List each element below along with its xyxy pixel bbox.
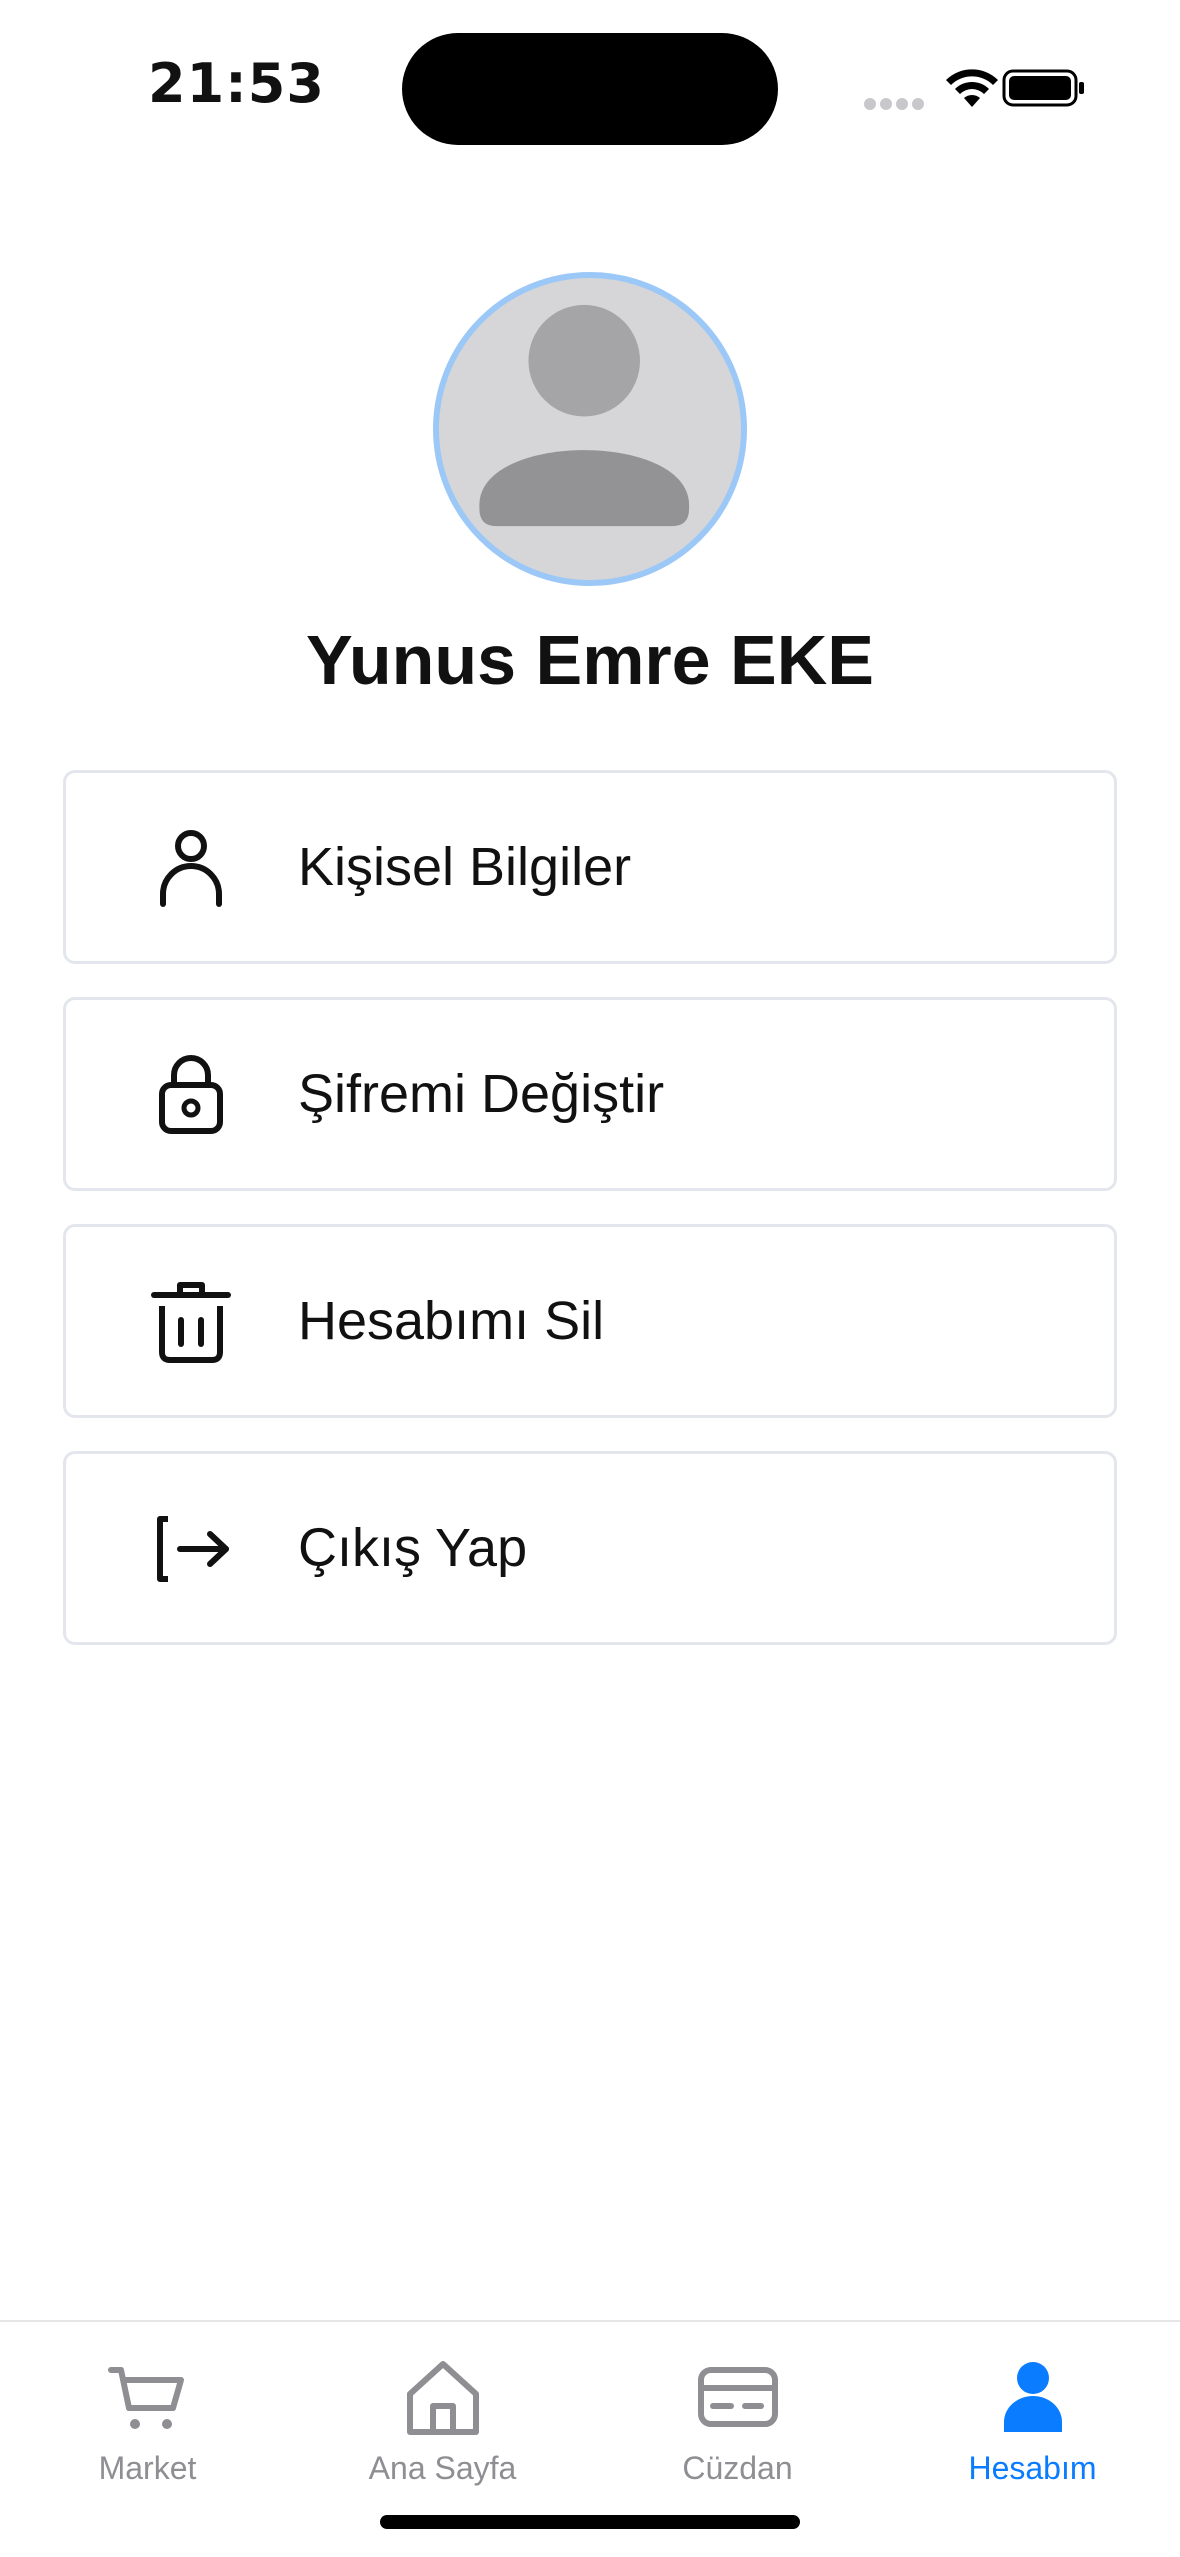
trash-icon bbox=[146, 1276, 236, 1366]
cart-icon bbox=[105, 2358, 191, 2438]
tab-account[interactable]: Hesabım bbox=[885, 2340, 1180, 2490]
wallet-card-icon bbox=[695, 2358, 781, 2438]
wifi-icon bbox=[944, 67, 1000, 109]
tab-home[interactable]: Ana Sayfa bbox=[295, 2340, 590, 2490]
tab-label: Market bbox=[98, 2450, 197, 2486]
account-screen: 21:53 Yunus Emre EKE Kişisel Bilgiler Şi… bbox=[0, 0, 1180, 2557]
tab-wallet[interactable]: Cüzdan bbox=[590, 2340, 885, 2490]
avatar[interactable] bbox=[433, 272, 747, 586]
menu-item-label: Kişisel Bilgiler bbox=[298, 837, 632, 897]
logout-icon bbox=[146, 1503, 236, 1593]
tab-label: Ana Sayfa bbox=[368, 2450, 517, 2486]
status-bar: 21:53 bbox=[0, 0, 1180, 170]
status-time: 21:53 bbox=[148, 52, 325, 115]
tab-label: Cüzdan bbox=[682, 2450, 793, 2486]
home-indicator bbox=[380, 2515, 800, 2529]
menu-item-label: Şifremi Değiştir bbox=[298, 1064, 665, 1124]
profile-name: Yunus Emre EKE bbox=[306, 621, 874, 699]
account-icon bbox=[990, 2358, 1076, 2438]
menu-item-delete-account[interactable]: Hesabımı Sil bbox=[63, 1224, 1117, 1418]
menu-item-label: Hesabımı Sil bbox=[298, 1291, 605, 1351]
tab-label: Hesabım bbox=[968, 2450, 1097, 2486]
menu-item-personal-info[interactable]: Kişisel Bilgiler bbox=[63, 770, 1117, 964]
home-icon bbox=[400, 2358, 486, 2438]
dynamic-island bbox=[402, 33, 778, 145]
lock-icon bbox=[146, 1049, 236, 1139]
menu-item-logout[interactable]: Çıkış Yap bbox=[63, 1451, 1117, 1645]
cellular-dots-icon bbox=[864, 98, 926, 110]
person-icon bbox=[146, 822, 236, 912]
battery-icon bbox=[1002, 68, 1086, 108]
person-placeholder-icon bbox=[479, 304, 690, 527]
menu-item-label: Çıkış Yap bbox=[298, 1518, 528, 1578]
menu-item-change-password[interactable]: Şifremi Değiştir bbox=[63, 997, 1117, 1191]
tab-market[interactable]: Market bbox=[0, 2340, 295, 2490]
account-menu: Kişisel Bilgiler Şifremi Değiştir Hesabı… bbox=[63, 770, 1117, 1678]
